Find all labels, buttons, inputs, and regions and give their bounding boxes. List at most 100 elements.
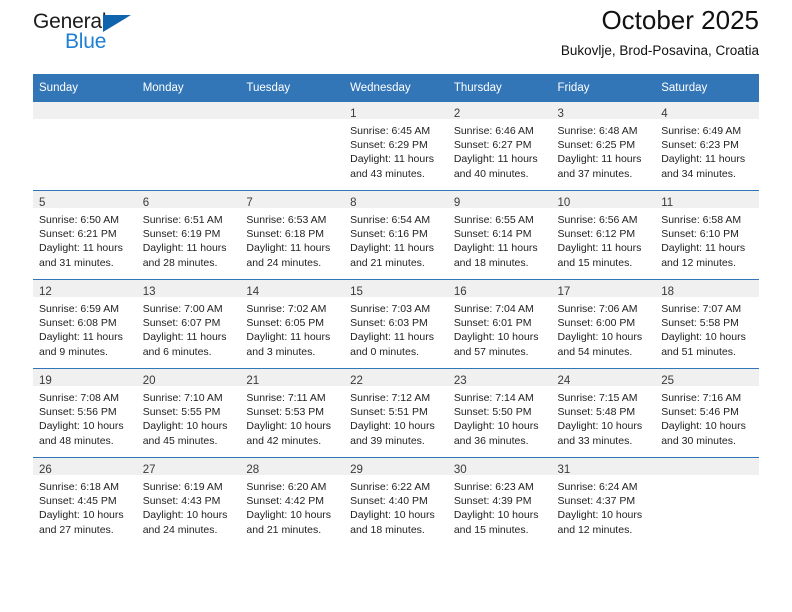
calendar-day-cell[interactable]: 10 Sunrise: 6:56 AM Sunset: 6:12 PM Dayligh…: [551, 190, 656, 280]
day-details: Sunrise: 7:04 AM Sunset: 6:01 PM Daylight:…: [448, 297, 552, 359]
calendar-day-cell[interactable]: 1 Sunrise: 6:45 AM Sunset: 6:29 PM Daylight…: [344, 102, 448, 191]
day-number: 22: [350, 375, 363, 387]
page-header: General Blue October 2025 Bukovlje, Brod…: [33, 0, 759, 74]
calendar-day-cell[interactable]: 13 Sunrise: 7:00 AM Sunset: 6:07 PM Dayligh…: [136, 279, 241, 369]
calendar-day-cell[interactable]: 27 Sunrise: 6:19 AM Sunset: 4:43 PM Dayligh…: [136, 457, 241, 546]
daylight-text-line1: Daylight: 10 hours: [453, 331, 539, 344]
day-cell-inner: 6 Sunrise: 6:51 AM Sunset: 6:19 PM Daylight…: [136, 191, 241, 279]
sunset-text: Sunset: 6:29 PM: [350, 139, 428, 152]
sunrise-text: Sunrise: 6:48 AM: [557, 125, 638, 137]
calendar-day-cell[interactable]: 31 Sunrise: 6:24 AM Sunset: 4:37 PM Dayligh…: [551, 457, 656, 546]
day-number-bar: 8: [344, 191, 448, 209]
calendar-day-cell[interactable]: 16 Sunrise: 7:04 AM Sunset: 6:01 PM Dayligh…: [447, 279, 552, 369]
day-cell-inner: 3 Sunrise: 6:48 AM Sunset: 6:25 PM Daylight…: [551, 102, 656, 190]
day-number-bar: 17: [551, 280, 656, 298]
day-number-bar: 7: [240, 191, 345, 209]
day-number: 28: [246, 464, 260, 476]
calendar-day-cell[interactable]: 23 Sunrise: 7:14 AM Sunset: 5:50 PM Dayligh…: [447, 368, 552, 458]
day-number-bar: 23: [447, 369, 552, 387]
day-details: Sunrise: 6:19 AM Sunset: 4:43 PM Daylight:…: [137, 475, 241, 537]
calendar-day-cell[interactable]: 12 Sunrise: 6:59 AM Sunset: 6:08 PM Dayligh…: [33, 279, 137, 369]
day-cell-inner: 26 Sunrise: 6:18 AM Sunset: 4:45 PM Dayligh…: [33, 458, 137, 546]
day-cell-inner: 29 Sunrise: 6:22 AM Sunset: 4:40 PM Dayligh…: [344, 458, 448, 546]
day-cell-inner: 15 Sunrise: 7:03 AM Sunset: 6:03 PM Dayligh…: [344, 280, 448, 368]
daylight-text-line1: Daylight: 10 hours: [453, 420, 539, 433]
day-number-bar: 27: [136, 458, 241, 476]
day-number: 23: [453, 375, 467, 387]
day-cell-inner: 8 Sunrise: 6:54 AM Sunset: 6:16 PM Daylight…: [344, 191, 448, 279]
sunset-text: Sunset: 5:53 PM: [246, 406, 325, 419]
day-details: Sunrise: 6:50 AM Sunset: 6:21 PM Daylight:…: [33, 208, 137, 270]
day-number-bar: 1: [344, 102, 448, 120]
daylight-text-line2: and 12 minutes.: [661, 256, 736, 269]
calendar-day-cell[interactable]: 8 Sunrise: 6:54 AM Sunset: 6:16 PM Daylight…: [344, 190, 448, 280]
calendar-day-cell[interactable]: 30 Sunrise: 6:23 AM Sunset: 4:39 PM Dayligh…: [447, 457, 552, 546]
calendar-day-cell[interactable]: 29 Sunrise: 6:22 AM Sunset: 4:40 PM Dayligh…: [344, 457, 448, 546]
daylight-text-line2: and 15 minutes.: [453, 523, 529, 536]
day-details: Sunrise: 6:54 AM Sunset: 6:16 PM Daylight:…: [344, 208, 448, 270]
day-details: Sunrise: 6:24 AM Sunset: 4:37 PM Daylight:…: [552, 475, 656, 537]
calendar-day-cell[interactable]: 2 Sunrise: 6:46 AM Sunset: 6:27 PM Daylight…: [447, 102, 552, 191]
daylight-text-line1: Daylight: 11 hours: [142, 331, 227, 344]
weekday-header-friday: Friday: [551, 74, 656, 102]
day-number-bar: 15: [344, 280, 448, 298]
day-number: 17: [557, 286, 571, 298]
daylight-text-line2: and 31 minutes.: [39, 256, 114, 269]
day-cell-inner: 31 Sunrise: 6:24 AM Sunset: 4:37 PM Dayligh…: [551, 458, 656, 546]
day-number: 19: [39, 375, 52, 387]
logo-text-blue: Blue: [65, 30, 107, 53]
calendar-day-cell[interactable]: 3 Sunrise: 6:48 AM Sunset: 6:25 PM Daylight…: [551, 102, 656, 191]
calendar-day-cell[interactable]: 5 Sunrise: 6:50 AM Sunset: 6:21 PM Daylight…: [33, 190, 137, 280]
calendar-day-cell[interactable]: 15 Sunrise: 7:03 AM Sunset: 6:03 PM Dayligh…: [344, 279, 448, 369]
calendar-day-cell[interactable]: 25 Sunrise: 7:16 AM Sunset: 5:46 PM Dayligh…: [655, 368, 759, 458]
calendar-day-cell[interactable]: 22 Sunrise: 7:12 AM Sunset: 5:51 PM Dayligh…: [344, 368, 448, 458]
daylight-text-line2: and 30 minutes.: [661, 434, 736, 447]
daylight-text-line2: and 37 minutes.: [557, 167, 633, 180]
day-details: Sunrise: 6:48 AM Sunset: 6:25 PM Daylight:…: [552, 119, 656, 181]
daylight-text-line2: and 43 minutes.: [350, 167, 425, 180]
day-details: Sunrise: 6:45 AM Sunset: 6:29 PM Daylight:…: [344, 119, 448, 181]
calendar-day-cell[interactable]: 19 Sunrise: 7:08 AM Sunset: 5:56 PM Dayligh…: [33, 368, 137, 458]
sunset-text: Sunset: 5:51 PM: [350, 406, 428, 419]
day-cell-inner: 28 Sunrise: 6:20 AM Sunset: 4:42 PM Dayligh…: [240, 458, 345, 546]
day-number: 1: [350, 108, 357, 120]
day-details: Sunrise: 7:06 AM Sunset: 6:00 PM Daylight:…: [552, 297, 656, 359]
sunrise-text: Sunrise: 7:02 AM: [246, 303, 327, 315]
day-number-bar: 21: [240, 369, 345, 387]
sunset-text: Sunset: 4:40 PM: [350, 495, 428, 508]
calendar-day-cell[interactable]: 4 Sunrise: 6:49 AM Sunset: 6:23 PM Daylight…: [655, 102, 759, 191]
calendar-day-cell[interactable]: 26 Sunrise: 6:18 AM Sunset: 4:45 PM Dayligh…: [33, 457, 137, 546]
sunrise-text: Sunrise: 7:00 AM: [142, 303, 223, 315]
daylight-text-line2: and 39 minutes.: [350, 434, 425, 447]
daylight-text-line1: Daylight: 10 hours: [39, 420, 124, 433]
general-blue-logo[interactable]: General Blue: [33, 10, 153, 58]
day-number: 24: [557, 375, 571, 387]
day-number: 6: [142, 197, 150, 209]
calendar-day-cell[interactable]: 11 Sunrise: 6:58 AM Sunset: 6:10 PM Dayligh…: [655, 190, 759, 280]
calendar-day-cell[interactable]: 20 Sunrise: 7:10 AM Sunset: 5:55 PM Dayligh…: [136, 368, 241, 458]
day-number: 14: [246, 286, 260, 298]
calendar-day-cell[interactable]: 17 Sunrise: 7:06 AM Sunset: 6:00 PM Dayligh…: [551, 279, 656, 369]
day-number-bar: 14: [240, 280, 345, 298]
calendar-day-cell[interactable]: 18 Sunrise: 7:07 AM Sunset: 5:58 PM Dayligh…: [655, 279, 759, 369]
day-number-bar: 5: [33, 191, 137, 209]
calendar-day-cell[interactable]: 24 Sunrise: 7:15 AM Sunset: 5:48 PM Dayligh…: [551, 368, 656, 458]
sunrise-text: Sunrise: 7:15 AM: [557, 392, 638, 404]
day-number: 18: [661, 286, 675, 298]
day-number-bar: 2: [447, 102, 552, 120]
calendar-day-cell[interactable]: 28 Sunrise: 6:20 AM Sunset: 4:42 PM Dayligh…: [240, 457, 345, 546]
calendar-day-cell[interactable]: 7 Sunrise: 6:53 AM Sunset: 6:18 PM Daylight…: [240, 190, 345, 280]
daylight-text-line2: and 54 minutes.: [557, 345, 633, 358]
calendar-week-row: 19 Sunrise: 7:08 AM Sunset: 5:56 PM Dayligh…: [33, 368, 759, 458]
calendar-day-cell[interactable]: 14 Sunrise: 7:02 AM Sunset: 6:05 PM Dayligh…: [240, 279, 345, 369]
sunrise-text: Sunrise: 7:04 AM: [453, 303, 534, 315]
calendar-day-cell[interactable]: 6 Sunrise: 6:51 AM Sunset: 6:19 PM Daylight…: [136, 190, 241, 280]
sunrise-text: Sunrise: 7:14 AM: [453, 392, 534, 404]
calendar-day-cell[interactable]: 21 Sunrise: 7:11 AM Sunset: 5:53 PM Dayligh…: [240, 368, 345, 458]
sunset-text: Sunset: 6:21 PM: [39, 228, 117, 241]
logo-triangle-icon: [103, 15, 131, 32]
sunset-text: Sunset: 5:48 PM: [557, 406, 636, 419]
sunset-text: Sunset: 6:16 PM: [350, 228, 428, 241]
calendar-day-cell[interactable]: 9 Sunrise: 6:55 AM Sunset: 6:14 PM Daylight…: [447, 190, 552, 280]
day-number-bar: [33, 102, 137, 119]
